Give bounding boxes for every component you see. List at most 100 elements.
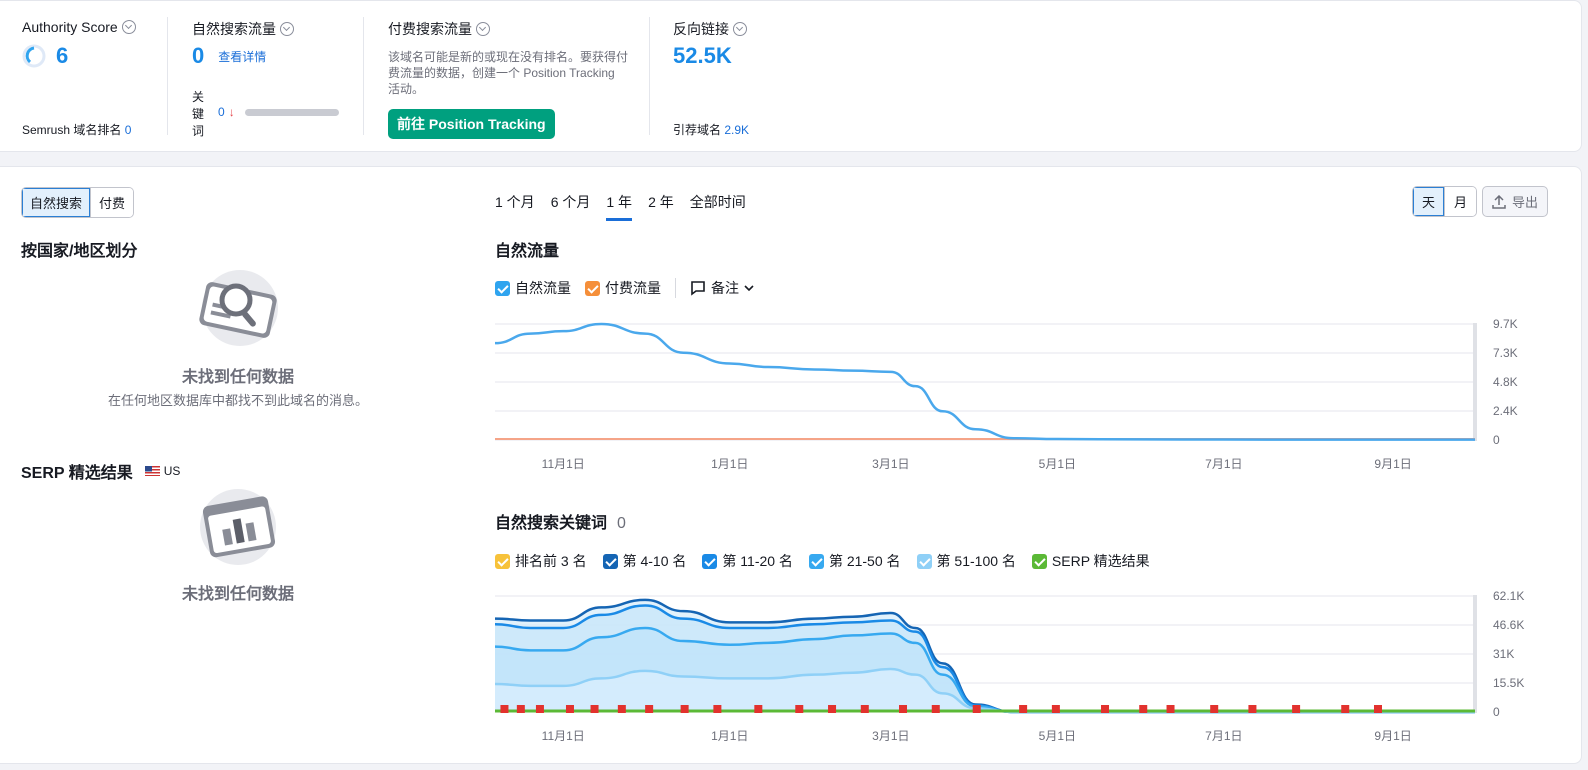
event-flag-icon[interactable] xyxy=(1139,705,1148,713)
event-flag-icon[interactable] xyxy=(1051,705,1060,713)
x-tick-label: 9月1日 xyxy=(1374,457,1411,471)
tab-organic[interactable]: 自然搜索 xyxy=(22,188,92,217)
event-flag-icon[interactable] xyxy=(1373,705,1382,713)
info-icon[interactable] xyxy=(476,22,490,36)
position-tracking-button-wrap: 前往 Position Tracking xyxy=(388,109,555,139)
referring-domains-value[interactable]: 2.9K xyxy=(724,123,749,137)
country-empty-subtitle: 在任何地区数据库中都找不到此域名的消息。 xyxy=(107,393,368,408)
serp-country[interactable]: US xyxy=(144,464,181,478)
checkbox-icon xyxy=(495,553,510,569)
legend-21-50[interactable]: 第 21-50 名 xyxy=(808,551,901,571)
legend-4-10[interactable]: 第 4-10 名 xyxy=(602,551,686,571)
event-flag-icon[interactable] xyxy=(500,705,509,713)
legend-label: 第 11-20 名 xyxy=(722,553,793,569)
keywords-bar xyxy=(244,108,339,116)
backlinks-title: 反向链接 xyxy=(673,21,729,37)
tab-paid[interactable]: 付费 xyxy=(91,188,134,217)
traffic-legend: 自然流量 付费流量 备注 xyxy=(495,278,754,298)
chevron-down-icon xyxy=(744,285,754,292)
legend-paid-traffic[interactable]: 付费流量 xyxy=(585,278,661,298)
event-flag-icon[interactable] xyxy=(516,705,525,713)
event-flag-icon[interactable] xyxy=(645,705,654,713)
serp-country-label: US xyxy=(163,464,181,478)
x-tick-label: 11月1日 xyxy=(542,729,585,743)
event-flag-icon[interactable] xyxy=(972,705,981,713)
event-flag-icon[interactable] xyxy=(680,705,689,713)
event-flag-icon[interactable] xyxy=(1101,705,1110,713)
granularity-toggle: 天 月 xyxy=(1412,186,1478,217)
info-icon[interactable] xyxy=(733,22,747,36)
checkbox-icon xyxy=(602,553,618,569)
legend-serp-features[interactable]: SERP 精选结果 xyxy=(1031,551,1150,571)
checkbox-icon xyxy=(702,553,718,569)
semrush-rank-value[interactable]: 0 xyxy=(125,123,132,137)
event-flag-icon[interactable] xyxy=(1292,705,1301,713)
event-flag-icon[interactable] xyxy=(617,705,626,713)
event-flag-icon[interactable] xyxy=(713,705,722,713)
event-flag-icon[interactable] xyxy=(535,705,544,713)
tab-all-time[interactable]: 全部时间 xyxy=(690,192,746,221)
keywords-chart-count: 0 xyxy=(617,515,626,532)
tab-1-year[interactable]: 1 年 xyxy=(606,192,633,221)
event-flag-icon[interactable] xyxy=(899,705,908,713)
event-flag-icon[interactable] xyxy=(565,705,574,713)
event-flag-icon[interactable] xyxy=(1210,705,1219,713)
y-tick-label: 7.3K xyxy=(1493,346,1518,360)
chart-scroll-edge xyxy=(1473,595,1477,713)
checkbox-icon xyxy=(495,280,510,296)
tab-6-months[interactable]: 6 个月 xyxy=(551,192,591,221)
legend-label: 排名前 3 名 xyxy=(515,553,587,569)
event-flag-icon[interactable] xyxy=(1341,705,1350,713)
legend-organic-traffic[interactable]: 自然流量 xyxy=(495,278,571,298)
legend-label: SERP 精选结果 xyxy=(1051,553,1150,569)
y-tick-label: 46.6K xyxy=(1493,618,1524,632)
comment-icon xyxy=(691,281,705,296)
organic-traffic-row: 0 查看详情 xyxy=(192,43,266,69)
event-flag-icon[interactable] xyxy=(1019,705,1028,713)
paid-traffic-title: 付费搜索流量 xyxy=(388,21,472,37)
x-tick-label: 1月1日 xyxy=(711,457,748,471)
event-flag-icon[interactable] xyxy=(860,705,869,713)
organic-traffic-title-row: 自然搜索流量 xyxy=(192,19,294,39)
event-flag-icon[interactable] xyxy=(795,705,804,713)
keywords-value[interactable]: 0 xyxy=(218,105,225,119)
event-flag-icon[interactable] xyxy=(1248,705,1257,713)
y-tick-label: 4.8K xyxy=(1493,375,1518,389)
tab-2-years[interactable]: 2 年 xyxy=(648,192,674,221)
event-flag-icon[interactable] xyxy=(931,705,940,713)
tab-1-month[interactable]: 1 个月 xyxy=(495,192,535,221)
event-flag-icon[interactable] xyxy=(754,705,763,713)
referring-domains-label: 引荐域名 xyxy=(673,123,722,137)
y-tick-label: 2.4K xyxy=(1493,404,1518,418)
notes-dropdown[interactable]: 备注 xyxy=(690,278,754,298)
checkbox-icon xyxy=(585,280,600,296)
x-tick-label: 3月1日 xyxy=(872,457,909,471)
country-section-title: 按国家/地区划分 xyxy=(21,243,138,260)
position-tracking-button[interactable]: 前往 Position Tracking xyxy=(388,109,555,139)
checkbox-icon xyxy=(1031,553,1047,569)
event-flag-icon[interactable] xyxy=(590,705,599,713)
legend-11-20[interactable]: 第 11-20 名 xyxy=(702,551,793,571)
event-flag-icon[interactable] xyxy=(828,705,837,713)
granularity-month[interactable]: 月 xyxy=(1445,187,1477,216)
arrow-down-icon: ↓ xyxy=(228,105,235,119)
authority-score-title-row: Authority Score xyxy=(22,19,136,35)
x-tick-label: 7月1日 xyxy=(1205,457,1242,471)
info-icon[interactable] xyxy=(280,22,294,36)
view-details-link[interactable]: 查看详情 xyxy=(218,48,266,65)
x-tick-label: 1月1日 xyxy=(711,729,748,743)
legend-51-100[interactable]: 第 51-100 名 xyxy=(916,551,1016,571)
checkbox-icon xyxy=(808,553,824,569)
notes-label: 备注 xyxy=(711,280,739,296)
event-flag-icon[interactable] xyxy=(1166,705,1175,713)
legend-top-3[interactable]: 排名前 3 名 xyxy=(495,551,587,571)
organic-traffic-title: 自然搜索流量 xyxy=(192,21,276,37)
serp-empty-title: 未找到任何数据 xyxy=(181,586,294,603)
semrush-rank-label: Semrush 域名排名 xyxy=(22,123,122,137)
info-icon[interactable] xyxy=(121,20,136,34)
export-button[interactable]: 导出 xyxy=(1482,186,1549,217)
legend-divider xyxy=(675,278,676,298)
backlinks-value[interactable]: 52.5K xyxy=(673,43,732,68)
y-tick-label: 0 xyxy=(1493,705,1500,719)
granularity-day[interactable]: 天 xyxy=(1413,187,1446,216)
